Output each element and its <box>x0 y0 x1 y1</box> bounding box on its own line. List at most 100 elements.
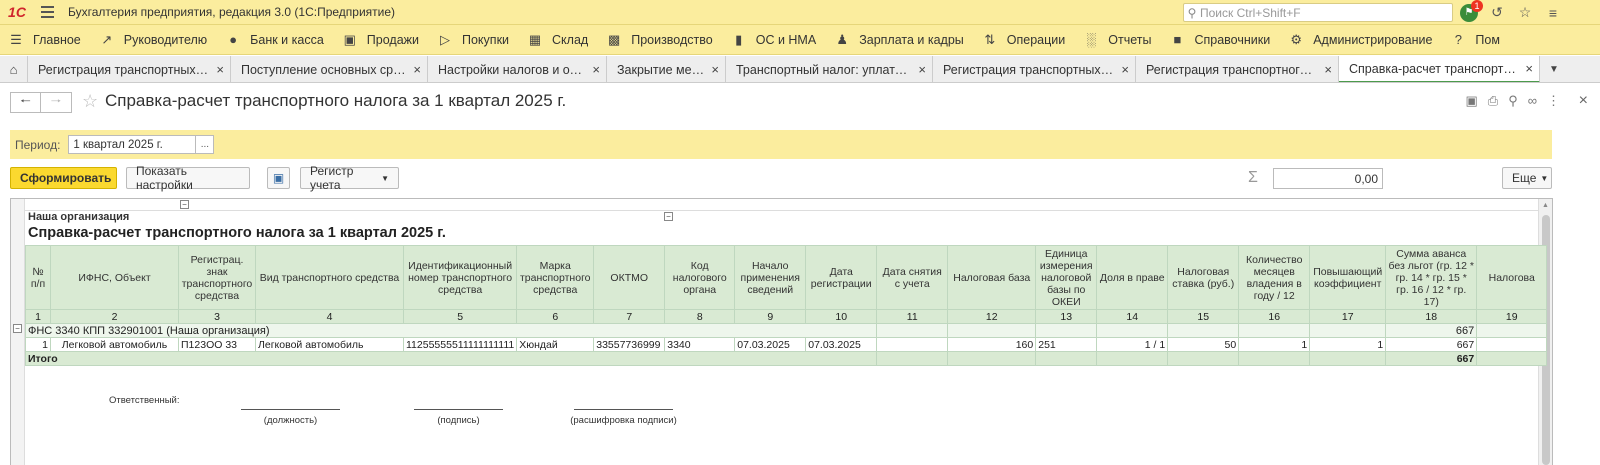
more-button[interactable]: Еще ▼ <box>1502 167 1552 189</box>
section-admin[interactable]: ⚙ Администрирование <box>1280 25 1442 54</box>
section-warehouse[interactable]: ▦ Склад <box>519 25 598 54</box>
cell-oktmo: 33557736999 <box>593 337 666 352</box>
section-main[interactable]: ☰ Главное <box>0 25 91 54</box>
total-label: Итого <box>24 351 878 366</box>
column-number: 10 <box>805 309 878 324</box>
page-title: Справка-расчет транспортного налога за 1… <box>105 91 567 110</box>
cell-tax <box>1476 337 1548 352</box>
column-number: 17 <box>1309 309 1387 324</box>
cell-dereg-date <box>876 337 949 352</box>
search-placeholder: Поиск Ctrl+Shift+F <box>1200 5 1301 20</box>
bar-chart-icon: ░ <box>1086 32 1096 47</box>
close-form-icon[interactable]: × <box>1579 92 1588 110</box>
column-number: 16 <box>1238 309 1311 324</box>
save-icon[interactable]: ▣ <box>1465 93 1477 109</box>
section-production[interactable]: ▩ Производство <box>598 25 723 54</box>
book-icon: ■ <box>1173 32 1182 47</box>
section-sales[interactable]: ▣ Продажи <box>334 25 429 54</box>
close-icon[interactable]: × <box>216 62 224 77</box>
column-header: № п/п <box>25 245 51 310</box>
column-number: 15 <box>1167 309 1240 324</box>
settings-lines-icon[interactable]: ≡ <box>1544 4 1562 22</box>
close-icon[interactable]: × <box>1121 62 1129 77</box>
period-select-button[interactable]: ... <box>196 135 215 154</box>
tab-transport-tax-payment[interactable]: Транспортный налог: уплата а... × <box>726 56 933 82</box>
tab-transport-registration-3[interactable]: Регистрация транспортного ср... × <box>1136 56 1339 82</box>
history-icon[interactable]: ↺ <box>1488 4 1506 22</box>
back-arrow-icon[interactable]: 🠐 <box>10 92 41 113</box>
section-directories[interactable]: ■ Справочники <box>1161 25 1280 54</box>
section-help[interactable]: ? Пом <box>1442 25 1510 54</box>
tab-fixed-assets-receipt[interactable]: Поступление основных средств × <box>231 56 428 82</box>
close-icon[interactable]: × <box>592 62 600 77</box>
section-fixed-assets[interactable]: ▮ ОС и НМА <box>723 25 826 54</box>
section-reports[interactable]: ░ Отчеты <box>1075 25 1161 54</box>
show-settings-button[interactable]: Показать настройки <box>126 164 250 192</box>
close-icon[interactable]: × <box>1324 62 1332 77</box>
collapse-group-icon[interactable]: − <box>180 200 189 209</box>
dt-kt-icon: ⇅ <box>984 31 996 47</box>
preview-icon[interactable]: ⚲ <box>1508 93 1518 109</box>
dropdown-arrow-icon: ▼ <box>1540 173 1549 183</box>
generate-button[interactable]: Сформировать <box>10 167 117 189</box>
sum-icon: Σ <box>1248 169 1258 186</box>
tab-transport-tax-report[interactable]: Справка-расчет транспортного...× <box>1339 56 1540 82</box>
coin-icon: ● <box>229 32 238 47</box>
register-button[interactable]: Регистр учета ▼ <box>300 164 399 192</box>
section-purchases[interactable]: ▷ Покупки <box>429 25 519 54</box>
scroll-up-icon[interactable]: ▲ <box>1542 202 1549 209</box>
cell-reg-sign: П123ОО 33 <box>178 337 256 352</box>
section-operations[interactable]: ⇅ Операции <box>974 25 1075 54</box>
collapse-row-group-icon[interactable]: − <box>13 324 22 333</box>
column-header: Количество месяцев владения в году / 12 <box>1238 245 1311 310</box>
cell-unit: 251 <box>1035 337 1098 352</box>
favorite-star-icon[interactable]: ☆ <box>82 91 98 112</box>
section-bank[interactable]: ● Банк и касса <box>217 25 334 54</box>
report-spreadsheet[interactable]: − − − ▲ Наша организация Справка-расчет … <box>10 198 1553 465</box>
close-icon[interactable]: × <box>918 62 926 77</box>
column-header: ОКТМО <box>593 245 666 310</box>
main-menu-icon[interactable] <box>34 6 60 18</box>
tab-transport-registration-1[interactable]: Регистрация транспортных сре...× <box>28 56 231 82</box>
close-icon[interactable]: × <box>413 62 421 77</box>
close-icon[interactable]: × <box>711 62 719 77</box>
tab-tax-settings[interactable]: Настройки налогов и отчетов× <box>428 56 607 82</box>
search-input[interactable]: ⚲ Поиск Ctrl+Shift+F <box>1183 3 1453 22</box>
link-icon[interactable]: ∞ <box>1528 93 1537 109</box>
column-header: Код налогового органа <box>664 245 736 310</box>
forward-arrow-icon[interactable]: 🠒 <box>41 92 72 113</box>
position-line <box>241 409 340 410</box>
close-icon[interactable]: × <box>1525 61 1533 76</box>
tabs-more-icon[interactable]: ▼ <box>1540 56 1568 82</box>
open-windows-tabs: ⌂ Регистрация транспортных сре...× Посту… <box>0 56 1600 83</box>
section-payroll[interactable]: ♟ Зарплата и кадры <box>826 25 974 54</box>
more-vertical-icon[interactable]: ⋮ <box>1547 93 1560 109</box>
collapse-group-icon[interactable]: − <box>664 212 673 221</box>
favorites-star-icon[interactable]: ☆ <box>1516 4 1534 22</box>
tab-transport-registration-2[interactable]: Регистрация транспортных сре...× <box>933 56 1136 82</box>
group-row-ifns[interactable]: ФНС 3340 КПП 332901001 (Наша организация… <box>24 323 1548 338</box>
decoding-line <box>574 409 673 410</box>
app-logo-icon: 1С <box>8 4 26 20</box>
save-settings-icon[interactable]: ▣ <box>267 167 290 189</box>
titlebar-tools: ⚑ 1 ↺ ☆ ≡ <box>1460 0 1562 25</box>
column-header: Марка транспортного средства <box>516 245 595 310</box>
sum-field: 0,00 <box>1273 168 1383 189</box>
question-icon: ? <box>1454 32 1463 47</box>
section-manager[interactable]: ↗ Руководителю <box>91 25 217 54</box>
home-icon[interactable]: ⌂ <box>0 56 28 82</box>
notifications-badge: 1 <box>1471 0 1483 12</box>
column-header: Идентификационный номер транспортного ср… <box>402 245 518 310</box>
column-number: 7 <box>593 309 666 324</box>
notifications-icon[interactable]: ⚑ 1 <box>1460 0 1483 22</box>
group-row-label: ФНС 3340 КПП 332901001 (Наша организация… <box>24 323 878 338</box>
position-caption: (должность) <box>263 415 318 426</box>
cell-tax-base: 160 <box>947 337 1037 352</box>
table-row[interactable]: 1 Легковой автомобиль П123ОО 33 Легковой… <box>25 337 1548 352</box>
column-number: 6 <box>516 309 595 324</box>
column-header: Сумма аванса без льгот (гр. 12 * гр. 14 … <box>1385 245 1478 310</box>
print-icon[interactable]: ⎙ <box>1488 93 1498 109</box>
tab-month-closing[interactable]: Закрытие месяца× <box>607 56 726 82</box>
period-input[interactable]: 1 квартал 2025 г. <box>68 135 197 154</box>
cell-months: 1 <box>1238 337 1311 352</box>
